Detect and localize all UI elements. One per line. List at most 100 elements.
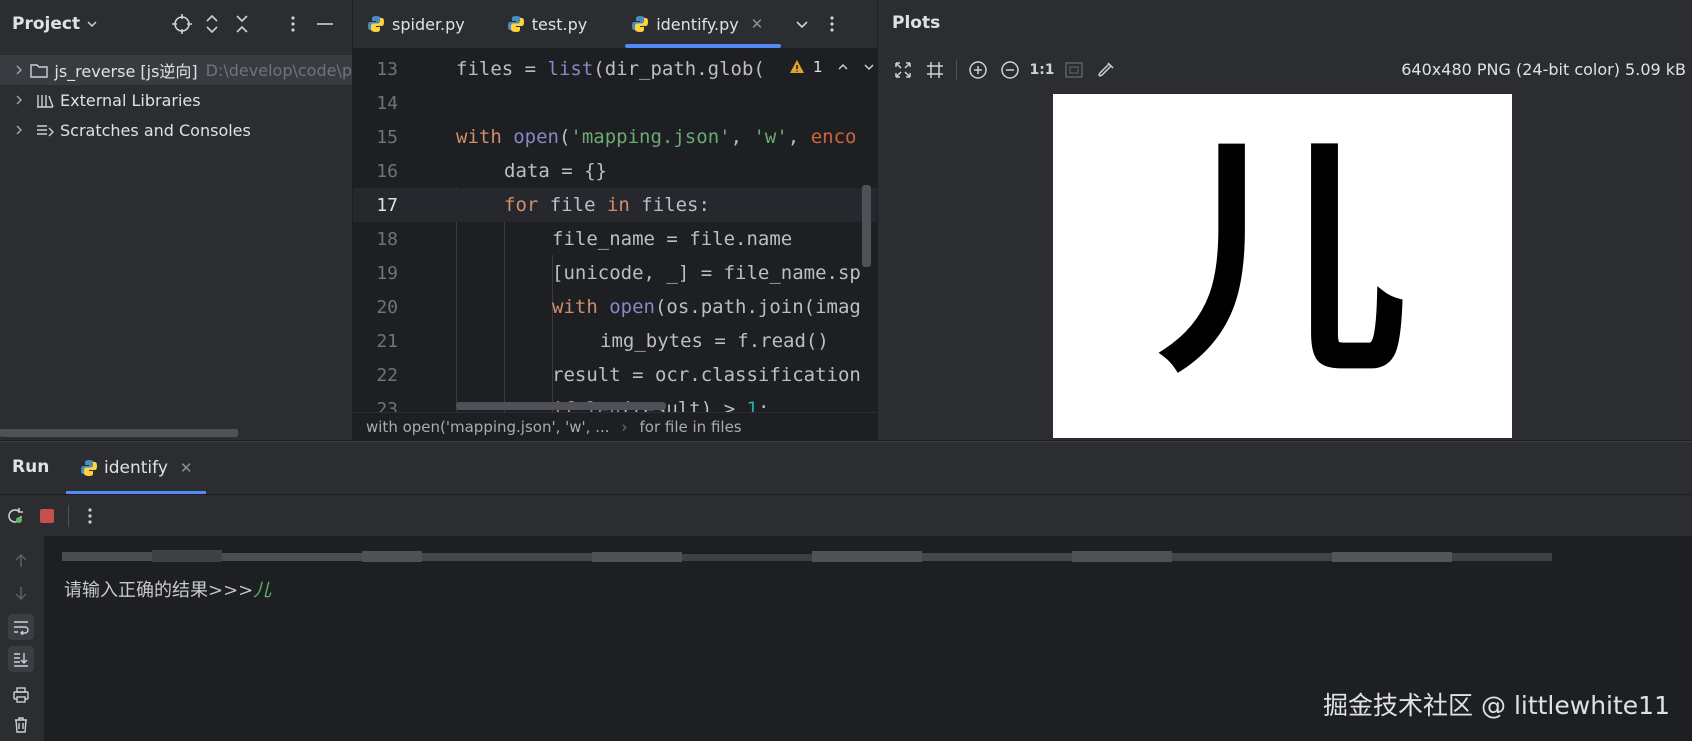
line-number: 14: [376, 92, 398, 114]
code-token: files =: [456, 58, 548, 80]
python-file-icon: [507, 15, 525, 33]
python-file-icon: [367, 15, 385, 33]
line-number: 22: [376, 364, 398, 386]
code-token: file: [549, 194, 607, 216]
tab-identify-py[interactable]: identify.py ✕: [617, 0, 782, 48]
code-token: enco: [810, 126, 857, 148]
horizontal-scrollbar[interactable]: [456, 402, 666, 410]
code-token: result = ocr.classification: [552, 364, 861, 386]
stop-icon[interactable]: [36, 505, 58, 527]
breadcrumb-item[interactable]: with open('mapping.json', 'w', ...: [366, 418, 610, 436]
code-line-current[interactable]: 17 for file in files:: [353, 188, 877, 222]
code-token: for: [504, 194, 550, 216]
breadcrumb-item[interactable]: for file in files: [640, 418, 742, 436]
console-prompt: 请输入正确的结果>>>: [64, 580, 254, 601]
watermark: 掘金技术社区 @ littlewhite11: [1323, 691, 1670, 720]
console-prompt-line[interactable]: 请输入正确的结果>>>儿: [64, 576, 271, 602]
code-line[interactable]: 19 [unicode, _] = file_name.sp: [353, 256, 877, 290]
code-token: :: [757, 398, 770, 412]
code-line[interactable]: 20 with open(os.path.join(imag: [353, 290, 877, 324]
fit-zoom-icon[interactable]: [1063, 59, 1085, 81]
more-vertical-icon[interactable]: [282, 13, 304, 35]
tree-item-external-libraries[interactable]: External Libraries: [0, 85, 352, 115]
code-token: img_bytes = f.read(): [600, 330, 829, 352]
plots-panel: Plots 1:1 640x480 PNG (24-bit color) 5.0…: [878, 0, 1692, 440]
plot-glyph: 儿: [1157, 115, 1408, 406]
tab-label: spider.py: [392, 14, 465, 34]
project-title[interactable]: Project: [12, 14, 80, 34]
soft-wrap-icon[interactable]: [8, 614, 34, 640]
library-icon: [34, 89, 56, 111]
plot-image: 儿: [1053, 94, 1512, 438]
tree-item-scratches[interactable]: Scratches and Consoles: [0, 115, 352, 145]
inspection-widget[interactable]: 1: [781, 52, 877, 82]
code-token: in: [606, 194, 642, 216]
tree-item-label: Scratches and Consoles: [60, 120, 251, 140]
line-number: 21: [376, 330, 398, 352]
trash-icon[interactable]: [8, 712, 34, 738]
run-title[interactable]: Run: [12, 457, 49, 477]
arrow-up-icon[interactable]: [8, 548, 34, 574]
vertical-scrollbar[interactable]: [862, 185, 871, 267]
arrow-down-icon[interactable]: [8, 580, 34, 606]
code-token: ,: [730, 126, 754, 148]
zoom-in-icon[interactable]: [967, 59, 989, 81]
code-token: open: [513, 126, 559, 148]
actual-size-button[interactable]: 1:1: [1029, 59, 1054, 81]
python-file-icon: [631, 15, 649, 33]
tree-item-path: D:\develop\code\p: [205, 60, 352, 80]
print-icon[interactable]: [8, 682, 34, 708]
warning-icon[interactable]: [789, 59, 805, 75]
tree-item-label: External Libraries: [60, 90, 201, 110]
zoom-out-icon[interactable]: [999, 59, 1021, 81]
minimize-icon[interactable]: [314, 13, 336, 35]
code-token: ,: [787, 126, 811, 148]
editor-pane: spider.py test.py identify.py ✕ 13 files…: [353, 0, 877, 440]
expand-all-icon[interactable]: [201, 13, 223, 35]
code-area[interactable]: 13 files = list(dir_path.glob( 14 15 wit…: [353, 52, 877, 412]
color-picker-icon[interactable]: [1095, 59, 1117, 81]
horizontal-scrollbar[interactable]: [0, 429, 238, 437]
close-icon[interactable]: ✕: [180, 459, 193, 477]
crosshair-icon[interactable]: [171, 13, 193, 35]
run-panel: Run identify ✕ 请输入正确的结果>>>儿 掘金技术社区 @ lit…: [0, 441, 1692, 741]
console-user-input: 儿: [253, 580, 272, 601]
scratches-icon: [34, 119, 56, 141]
rerun-icon[interactable]: [4, 505, 26, 527]
code-line[interactable]: 18 file_name = file.name: [353, 222, 877, 256]
fit-to-window-icon[interactable]: [892, 59, 914, 81]
chevron-right-icon[interactable]: [14, 64, 28, 76]
tree-item-project-root[interactable]: js_reverse [js逆向] D:\develop\code\p: [0, 55, 352, 85]
code-line[interactable]: 21 img_bytes = f.read(): [353, 324, 877, 358]
chevron-up-icon[interactable]: [837, 61, 849, 73]
code-line[interactable]: 22 result = ocr.classification: [353, 358, 877, 392]
toolbar-separator: [68, 504, 69, 527]
line-number: 16: [376, 160, 398, 182]
image-info: 640x480 PNG (24-bit color) 5.09 kB: [1401, 60, 1686, 79]
chevron-down-icon[interactable]: [863, 61, 875, 73]
chevron-right-icon[interactable]: [14, 94, 34, 106]
code-token: data = {}: [504, 160, 607, 182]
collapse-all-icon[interactable]: [231, 13, 253, 35]
scroll-to-end-icon[interactable]: [8, 646, 34, 672]
close-icon[interactable]: ✕: [751, 15, 764, 33]
project-header: Project: [0, 0, 352, 48]
tab-spider-py[interactable]: spider.py: [353, 0, 479, 48]
code-line[interactable]: 16 data = {}: [353, 154, 877, 188]
tab-test-py[interactable]: test.py: [493, 0, 601, 48]
grid-icon[interactable]: [924, 59, 946, 81]
code-line[interactable]: 14: [353, 86, 877, 120]
chevron-down-icon[interactable]: [795, 17, 809, 31]
code-token: open: [609, 296, 655, 318]
more-vertical-icon[interactable]: [825, 15, 839, 33]
tree-item-label: js_reverse [js逆向]: [54, 62, 198, 81]
folder-icon: [28, 59, 50, 81]
more-vertical-icon[interactable]: [79, 505, 101, 527]
code-token: 'mapping.json': [570, 126, 731, 148]
code-line[interactable]: 15 with open('mapping.json', 'w', enco: [353, 120, 877, 154]
chevron-down-icon[interactable]: [86, 18, 98, 30]
chevron-right-icon[interactable]: [14, 124, 34, 136]
tab-identify[interactable]: identify ✕: [66, 442, 207, 494]
run-tab-label: identify: [104, 458, 168, 478]
code-token: 1: [746, 398, 758, 412]
